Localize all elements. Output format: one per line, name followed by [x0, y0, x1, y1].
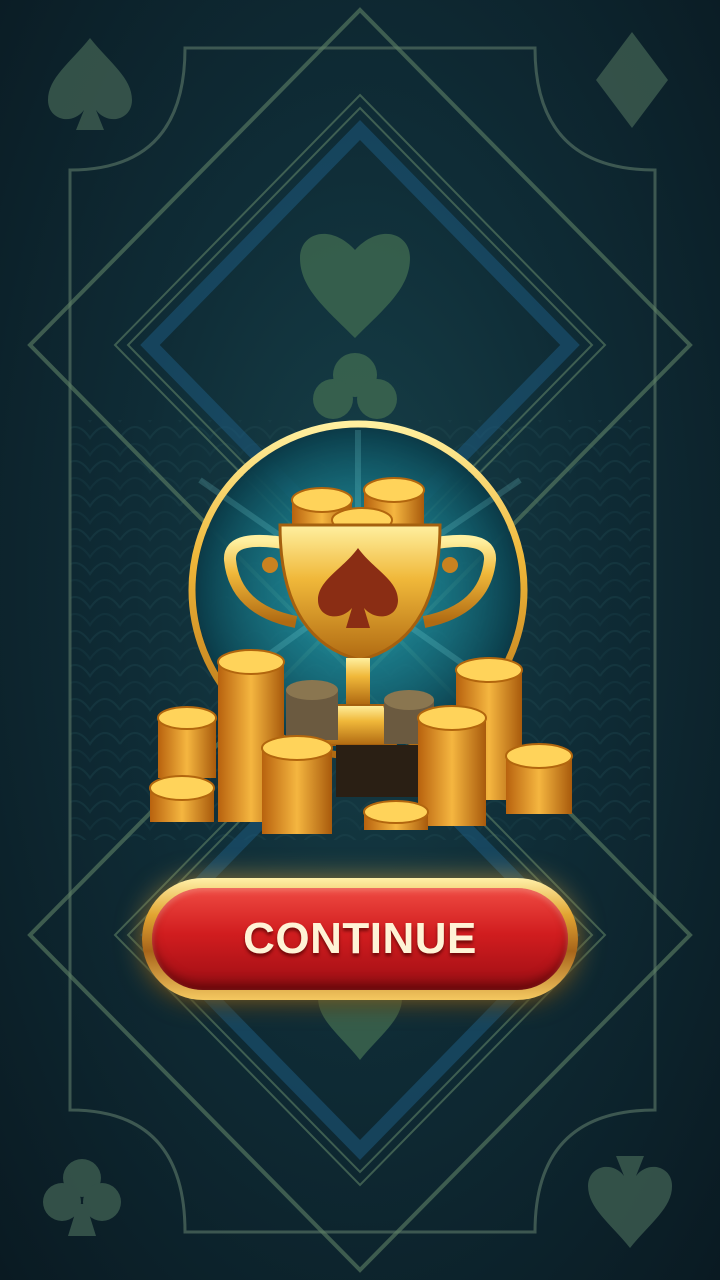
- continue-button-label: CONTINUE: [243, 914, 477, 963]
- club-icon: [313, 353, 397, 419]
- spade-icon: [588, 1156, 672, 1248]
- diamond-icon: [596, 32, 668, 128]
- continue-button[interactable]: CONTINUE: [142, 878, 578, 1000]
- trophy-coins-reward-icon: [149, 420, 573, 834]
- club-icon: [43, 1159, 121, 1236]
- heart-icon: [300, 233, 410, 338]
- continue-button-face[interactable]: CONTINUE: [152, 888, 568, 990]
- spade-icon: [48, 38, 132, 130]
- reward-screen: CONTINUE: [0, 0, 720, 1280]
